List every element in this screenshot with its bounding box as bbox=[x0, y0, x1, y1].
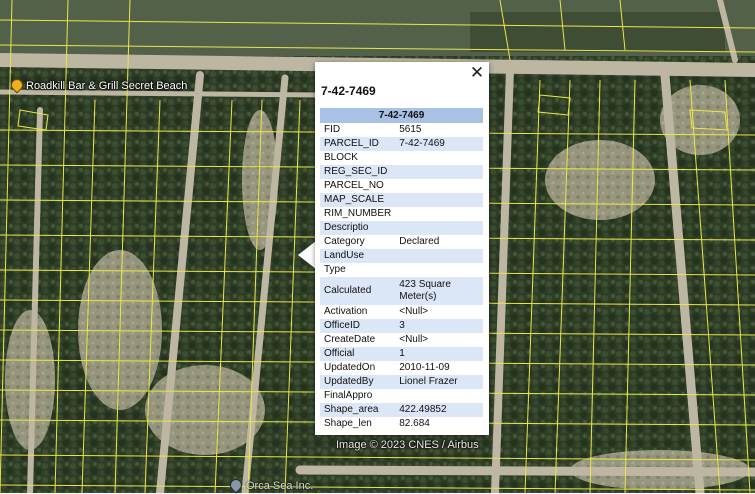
attribute-value: 3 bbox=[395, 319, 483, 333]
attribute-key: REG_SEC_ID bbox=[320, 165, 396, 179]
table-row: MAP_SCALE bbox=[320, 193, 483, 207]
table-row: UpdatedBy Lionel Frazer bbox=[320, 375, 483, 389]
attribute-value: Lionel Frazer bbox=[395, 375, 483, 389]
attribute-key: Descriptio bbox=[320, 221, 396, 235]
attribute-key: UpdatedOn bbox=[320, 361, 396, 375]
table-row: FID 5615 bbox=[320, 123, 483, 137]
table-row: Shape_len 82.684 bbox=[320, 417, 483, 431]
attribute-value bbox=[395, 207, 483, 221]
attribute-value bbox=[395, 221, 483, 235]
attribute-table: 7-42-7469 FID 5615 PARCEL_ID 7-42-7469 BLOCK… bbox=[320, 108, 483, 431]
location-pin-icon[interactable] bbox=[229, 479, 241, 493]
attribute-key: PARCEL_NO bbox=[320, 179, 396, 193]
popup-title: 7-42-7469 bbox=[321, 84, 376, 98]
attribute-key: Category bbox=[320, 235, 396, 249]
table-row: Descriptio bbox=[320, 221, 483, 235]
attribute-value: 1 bbox=[395, 347, 483, 361]
attribute-value: 422.49852 bbox=[395, 403, 483, 417]
attribute-value: 2010-11-09 bbox=[395, 361, 483, 375]
table-row: Shape_area 422.49852 bbox=[320, 403, 483, 417]
attribute-key: Shape_area bbox=[320, 403, 396, 417]
poi-marker[interactable]: Roadkill Bar & Grill Secret Beach bbox=[10, 79, 187, 93]
table-row: REG_SEC_ID bbox=[320, 165, 483, 179]
attribute-key: UpdatedBy bbox=[320, 375, 396, 389]
table-row: PARCEL_ID 7-42-7469 bbox=[320, 137, 483, 151]
attribute-key: Type bbox=[320, 263, 396, 277]
table-row: UpdatedOn 2010-11-09 bbox=[320, 361, 483, 375]
imagery-attribution: Image © 2023 CNES / Airbus bbox=[336, 439, 479, 451]
attribute-value bbox=[395, 263, 483, 277]
table-row: Category Declared bbox=[320, 235, 483, 249]
table-header: 7-42-7469 bbox=[320, 108, 483, 123]
attribute-key: PARCEL_ID bbox=[320, 137, 396, 151]
table-row: Calculated 423 Square Meter(s) bbox=[320, 277, 483, 305]
attribute-value bbox=[395, 249, 483, 263]
table-row: CreateDate <Null> bbox=[320, 333, 483, 347]
attribute-value bbox=[395, 389, 483, 403]
table-row: PARCEL_NO bbox=[320, 179, 483, 193]
upper-field bbox=[470, 12, 725, 52]
attribute-key: Official bbox=[320, 347, 396, 361]
attribute-key: BLOCK bbox=[320, 151, 396, 165]
table-row: Type bbox=[320, 263, 483, 277]
attribute-key: FID bbox=[320, 123, 396, 137]
attribute-key: FinalAppro bbox=[320, 389, 396, 403]
attribute-value: <Null> bbox=[395, 333, 483, 347]
poi-pin-icon bbox=[10, 79, 22, 93]
attribute-key: Calculated bbox=[320, 277, 396, 305]
table-row: RIM_NUMBER bbox=[320, 207, 483, 221]
close-icon[interactable]: ✕ bbox=[468, 64, 486, 82]
table-row: FinalAppro bbox=[320, 389, 483, 403]
popup-pointer bbox=[298, 241, 316, 269]
attribute-value: 5615 bbox=[395, 123, 483, 137]
attribute-value: 423 Square Meter(s) bbox=[395, 277, 483, 305]
attribute-key: OfficeID bbox=[320, 319, 396, 333]
attribute-key: MAP_SCALE bbox=[320, 193, 396, 207]
table-row: Activation <Null> bbox=[320, 305, 483, 319]
attribute-value bbox=[395, 165, 483, 179]
attribute-key: RIM_NUMBER bbox=[320, 207, 396, 221]
poi-label: Roadkill Bar & Grill Secret Beach bbox=[26, 80, 188, 92]
table-row: LandUse bbox=[320, 249, 483, 263]
feature-popup: ✕ 7-42-7469 7-42-7469 FID 5615 PARCEL_ID 7-… bbox=[315, 62, 489, 435]
attribute-value: 7-42-7469 bbox=[395, 137, 483, 151]
attribute-key: Shape_len bbox=[320, 417, 396, 431]
attribute-value: <Null> bbox=[395, 305, 483, 319]
table-row: BLOCK bbox=[320, 151, 483, 165]
attribute-value bbox=[395, 193, 483, 207]
bottom-place-label: Orca Sea Inc. bbox=[246, 480, 314, 492]
attribute-value: Declared bbox=[395, 235, 483, 249]
table-row: Official 1 bbox=[320, 347, 483, 361]
attribute-key: CreateDate bbox=[320, 333, 396, 347]
attribute-value bbox=[395, 179, 483, 193]
attribute-key: LandUse bbox=[320, 249, 396, 263]
attribute-value: 82.684 bbox=[395, 417, 483, 431]
table-row: OfficeID 3 bbox=[320, 319, 483, 333]
attribute-key: Activation bbox=[320, 305, 396, 319]
attribute-value bbox=[395, 151, 483, 165]
